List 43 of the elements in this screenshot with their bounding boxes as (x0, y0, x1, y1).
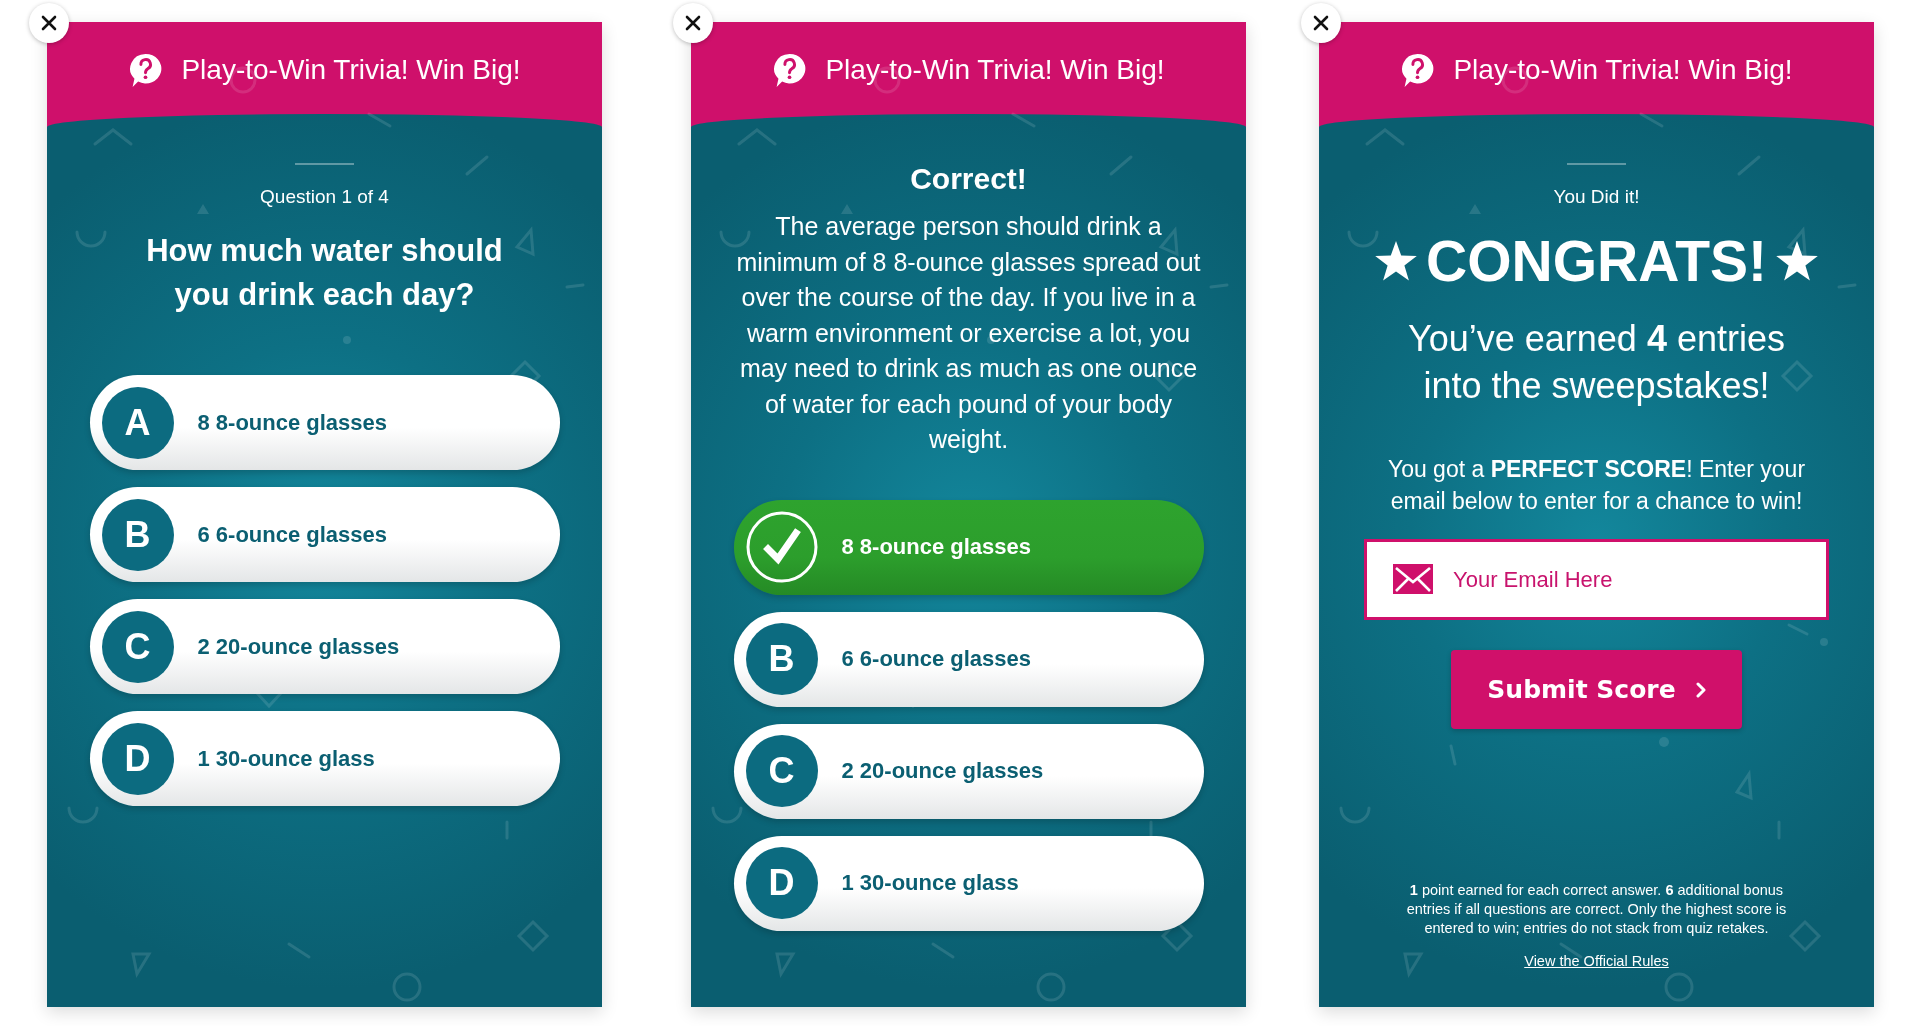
question-text: How much water should you drink each day? (145, 232, 504, 314)
email-field[interactable]: Your Email Here (1364, 539, 1829, 620)
star-icon (1374, 240, 1419, 282)
quiz-title: Play-to-Win Trivia! Win Big! (825, 53, 1165, 87)
question-bubble-icon (128, 52, 164, 88)
answer-option[interactable]: C 2 20-ounce glasses (733, 723, 1204, 819)
star-icon (1774, 240, 1819, 282)
question-counter: Question 1 of 4 (260, 185, 389, 209)
answer-option[interactable]: D 1 30-ounce glass (733, 835, 1204, 931)
close-icon (41, 15, 57, 31)
quiz-title: Play-to-Win Trivia! Win Big! (181, 53, 521, 87)
score-message: You got a PERFECT SCORE! Enter your email below to enter for a chance to win! (1386, 455, 1807, 516)
close-button[interactable] (1301, 3, 1341, 43)
official-rules-link[interactable]: View the Official Rules (1524, 952, 1669, 971)
result-heading: Correct! (910, 161, 1027, 197)
envelope-icon (1393, 564, 1433, 594)
explanation-text: The average person should drink a minimum of 8 8-ounce glasses spread out over the course of the day. If you live in a warm environment or exercise a lot, you may need to drink as much as one ounce of water for each pound of your body weight. (735, 211, 1202, 455)
question-bubble-icon (1400, 52, 1436, 88)
question-bubble-icon (772, 52, 808, 88)
chevron-right-icon (1695, 681, 1706, 698)
option-letter: B (101, 498, 174, 571)
congrats-heading: CONGRATS! (1426, 229, 1767, 293)
answer-option[interactable]: B 6 6-ounce glasses (89, 487, 560, 582)
answer-option[interactable]: A 8 8-ounce glasses (89, 375, 560, 470)
check-circle-icon (745, 511, 818, 583)
eyebrow-text: You Did it! (1553, 185, 1640, 209)
answer-option[interactable]: D 1 30-ounce glass (89, 711, 560, 806)
close-button[interactable] (29, 3, 69, 43)
answer-option[interactable]: C 2 20-ounce glasses (89, 599, 560, 694)
close-button[interactable] (673, 3, 713, 43)
entries-message: You’ve earned 4 entries into the sweepstakes! (1407, 317, 1786, 408)
submit-score-button[interactable]: Submit Score (1451, 650, 1742, 729)
option-letter: A (101, 386, 174, 459)
answer-option[interactable]: B 6 6-ounce glasses (733, 611, 1204, 707)
quiz-title: Play-to-Win Trivia! Win Big! (1453, 53, 1793, 87)
close-icon (1313, 15, 1329, 31)
fine-print: 1 point earned for each correct answer. 6 additional bonus entries if all questions are correct. Only the highest score is entered to win; entries do not stack from quiz retakes. (1405, 881, 1788, 938)
option-letter: D (745, 847, 818, 919)
option-letter: C (101, 610, 174, 683)
option-letter: B (745, 623, 818, 695)
option-letter: D (101, 722, 174, 795)
option-letter: C (745, 735, 818, 807)
close-icon (685, 15, 701, 31)
